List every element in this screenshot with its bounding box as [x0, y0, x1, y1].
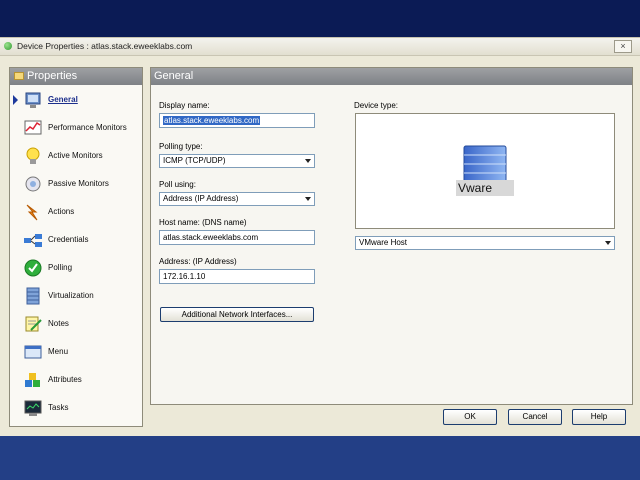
sidebar-item-credentials[interactable]: Credentials [10, 227, 142, 253]
sidebar-item-performance-monitors[interactable]: Performance Monitors [10, 115, 142, 141]
ok-button[interactable]: OK [443, 409, 497, 425]
title-bar: Device Properties : atlas.stack.eweeklab… [0, 38, 640, 56]
poll-using-select[interactable]: Address (IP Address) [159, 192, 315, 206]
sidebar-item-label: Passive Monitors [48, 179, 109, 188]
sidebar-item-label: Credentials [48, 235, 89, 244]
sidebar-item-label: Attributes [48, 375, 82, 384]
close-button[interactable]: × [614, 40, 632, 53]
sidebar-item-label: Menu [48, 347, 69, 356]
checkmark-icon [23, 258, 43, 278]
sidebar-title: Properties [27, 70, 78, 82]
notepad-icon [23, 314, 43, 334]
performance-chart-icon [23, 118, 43, 138]
sidebar-item-label: Actions [48, 207, 75, 216]
monitor-icon [23, 90, 43, 110]
host-name-field[interactable]: atlas.stack.eweeklabs.com [159, 230, 315, 245]
desktop-top-band [0, 0, 640, 37]
actions-icon [23, 202, 43, 222]
address-label: Address: (IP Address) [159, 257, 237, 266]
sidebar-item-virtualization[interactable]: Virtualization [10, 283, 142, 309]
app-status-icon [4, 42, 12, 50]
sidebar-item-passive-monitors[interactable]: Passive Monitors [10, 171, 142, 197]
sidebar-item-label: Tasks [48, 403, 69, 412]
properties-sidebar: Properties General Performance Monitors … [9, 67, 143, 427]
host-name-value: atlas.stack.eweeklabs.com [163, 233, 259, 242]
window-title: Device Properties : atlas.stack.eweeklab… [17, 41, 193, 51]
terminal-icon [23, 398, 43, 418]
device-image-caption: Vware [456, 180, 514, 196]
chevron-down-icon [305, 159, 311, 163]
menu-window-icon [23, 342, 43, 362]
server-stack-icon [23, 286, 43, 306]
panel-title: General [154, 70, 194, 82]
sidebar-item-label: Polling [48, 263, 73, 272]
help-button[interactable]: Help [572, 409, 626, 425]
additional-network-interfaces-button[interactable]: Additional Network Interfaces... [160, 307, 314, 322]
device-properties-window: Device Properties : atlas.stack.eweeklab… [0, 37, 640, 437]
sidebar-item-notes[interactable]: Notes [10, 311, 142, 337]
polling-type-label: Polling type: [159, 142, 203, 151]
sidebar-item-label: Active Monitors [48, 151, 103, 160]
chevron-down-icon [305, 197, 311, 201]
address-field[interactable]: 172.16.1.10 [159, 269, 315, 284]
panel-header: General [151, 68, 632, 85]
display-name-label: Display name: [159, 101, 210, 110]
sidebar-item-label: Notes [48, 319, 69, 328]
sidebar-item-general[interactable]: General [10, 87, 142, 113]
device-type-value: VMware Host [359, 238, 408, 247]
display-name-field[interactable]: atlas.stack.eweeklabs.com [159, 113, 315, 128]
device-type-image-box: Vware [355, 113, 615, 229]
polling-type-value: ICMP (TCP/UDP) [163, 156, 226, 165]
cancel-button[interactable]: Cancel [508, 409, 562, 425]
sidebar-item-actions[interactable]: Actions [10, 199, 142, 225]
chevron-down-icon [605, 241, 611, 245]
sidebar-item-attributes[interactable]: Attributes [10, 367, 142, 393]
sidebar-header: Properties [10, 68, 142, 85]
credentials-icon [23, 230, 43, 250]
folder-icon [14, 72, 24, 80]
poll-using-label: Poll using: [159, 180, 196, 189]
blocks-icon [23, 370, 43, 390]
sidebar-item-label: Performance Monitors [48, 123, 127, 132]
passive-monitor-icon [23, 174, 43, 194]
sidebar-item-polling[interactable]: Polling [10, 255, 142, 281]
sidebar-item-tasks[interactable]: Tasks [10, 395, 142, 421]
address-value: 172.16.1.10 [163, 272, 206, 281]
display-name-value: atlas.stack.eweeklabs.com [163, 116, 261, 125]
lightbulb-icon [23, 146, 43, 166]
sidebar-item-menu[interactable]: Menu [10, 339, 142, 365]
desktop-bottom-band [0, 436, 640, 480]
polling-type-select[interactable]: ICMP (TCP/UDP) [159, 154, 315, 168]
general-panel: General Display name: atlas.stack.eweekl… [150, 67, 633, 405]
host-name-label: Host name: (DNS name) [159, 218, 247, 227]
sidebar-item-label: General [48, 95, 78, 104]
sidebar-item-label: Virtualization [48, 291, 94, 300]
device-type-label: Device type: [354, 101, 399, 110]
sidebar-item-active-monitors[interactable]: Active Monitors [10, 143, 142, 169]
poll-using-value: Address (IP Address) [163, 194, 239, 203]
selected-arrow-icon [13, 95, 18, 105]
device-type-select[interactable]: VMware Host [355, 236, 615, 250]
